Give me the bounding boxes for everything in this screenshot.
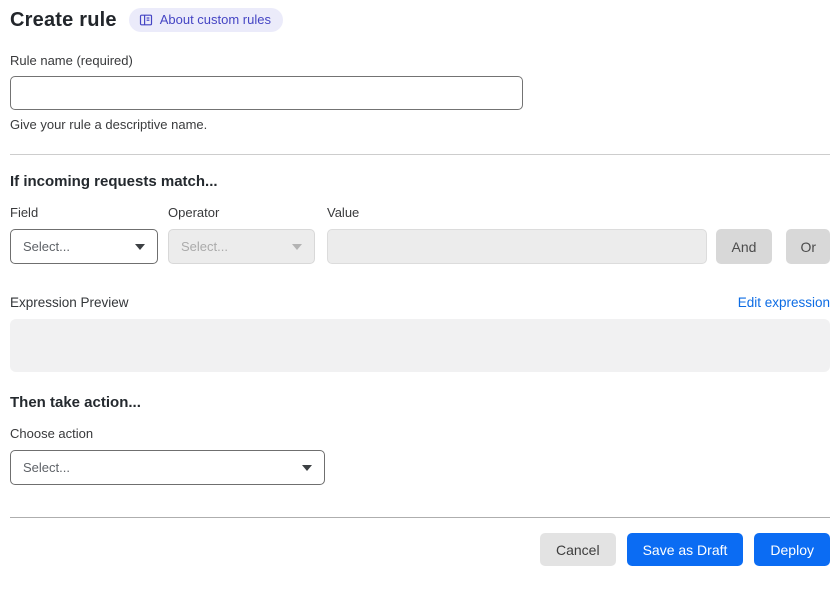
rule-name-label: Rule name (required)	[10, 53, 133, 68]
rule-name-group: Rule name (required) Give your rule a de…	[10, 53, 830, 132]
and-button[interactable]: And	[715, 229, 773, 264]
operator-select-value: Select...	[181, 239, 228, 254]
field-label: Field	[10, 205, 39, 220]
field-select-value: Select...	[23, 239, 70, 254]
header: Create rule About custom rules	[10, 8, 830, 32]
choose-action-group: Choose action Select...	[10, 426, 830, 485]
field-select[interactable]: Select...	[10, 229, 158, 264]
value-input[interactable]	[327, 229, 707, 264]
match-row: Field Select... Operator Select... Value…	[10, 205, 830, 264]
footer-actions: Cancel Save as Draft Deploy	[10, 533, 830, 566]
chevron-down-icon	[135, 243, 145, 250]
operator-column: Operator Select...	[168, 205, 315, 264]
action-section-heading: Then take action...	[10, 394, 141, 411]
cancel-button[interactable]: Cancel	[539, 533, 616, 566]
deploy-button[interactable]: Deploy	[754, 533, 830, 566]
operator-select[interactable]: Select...	[168, 229, 315, 264]
expression-preview-label: Expression Preview	[10, 295, 129, 310]
value-column: Value	[327, 205, 707, 264]
footer-divider	[10, 517, 830, 518]
match-section-heading: If incoming requests match...	[10, 173, 218, 190]
expression-preview-box	[10, 319, 830, 372]
rule-name-helper: Give your rule a descriptive name.	[10, 117, 208, 132]
or-button[interactable]: Or	[786, 229, 830, 264]
chevron-down-icon	[302, 464, 312, 471]
chevron-down-icon	[292, 243, 302, 250]
edit-expression-link[interactable]: Edit expression	[738, 295, 830, 310]
save-as-draft-button[interactable]: Save as Draft	[626, 533, 744, 566]
field-column: Field Select...	[10, 205, 158, 264]
divider	[10, 154, 830, 155]
page-title: Create rule	[10, 8, 117, 31]
choose-action-select[interactable]: Select...	[10, 450, 325, 485]
choose-action-label: Choose action	[10, 426, 94, 441]
expression-preview-header: Expression Preview Edit expression	[10, 295, 830, 310]
choose-action-select-value: Select...	[23, 460, 70, 475]
about-custom-rules-label: About custom rules	[159, 12, 271, 27]
book-icon	[139, 13, 153, 27]
operator-label: Operator	[168, 205, 220, 220]
about-custom-rules-link[interactable]: About custom rules	[128, 8, 283, 32]
create-rule-form: Create rule About custom rules Rule name…	[0, 0, 839, 566]
value-label: Value	[327, 205, 360, 220]
rule-name-input[interactable]	[10, 76, 523, 110]
